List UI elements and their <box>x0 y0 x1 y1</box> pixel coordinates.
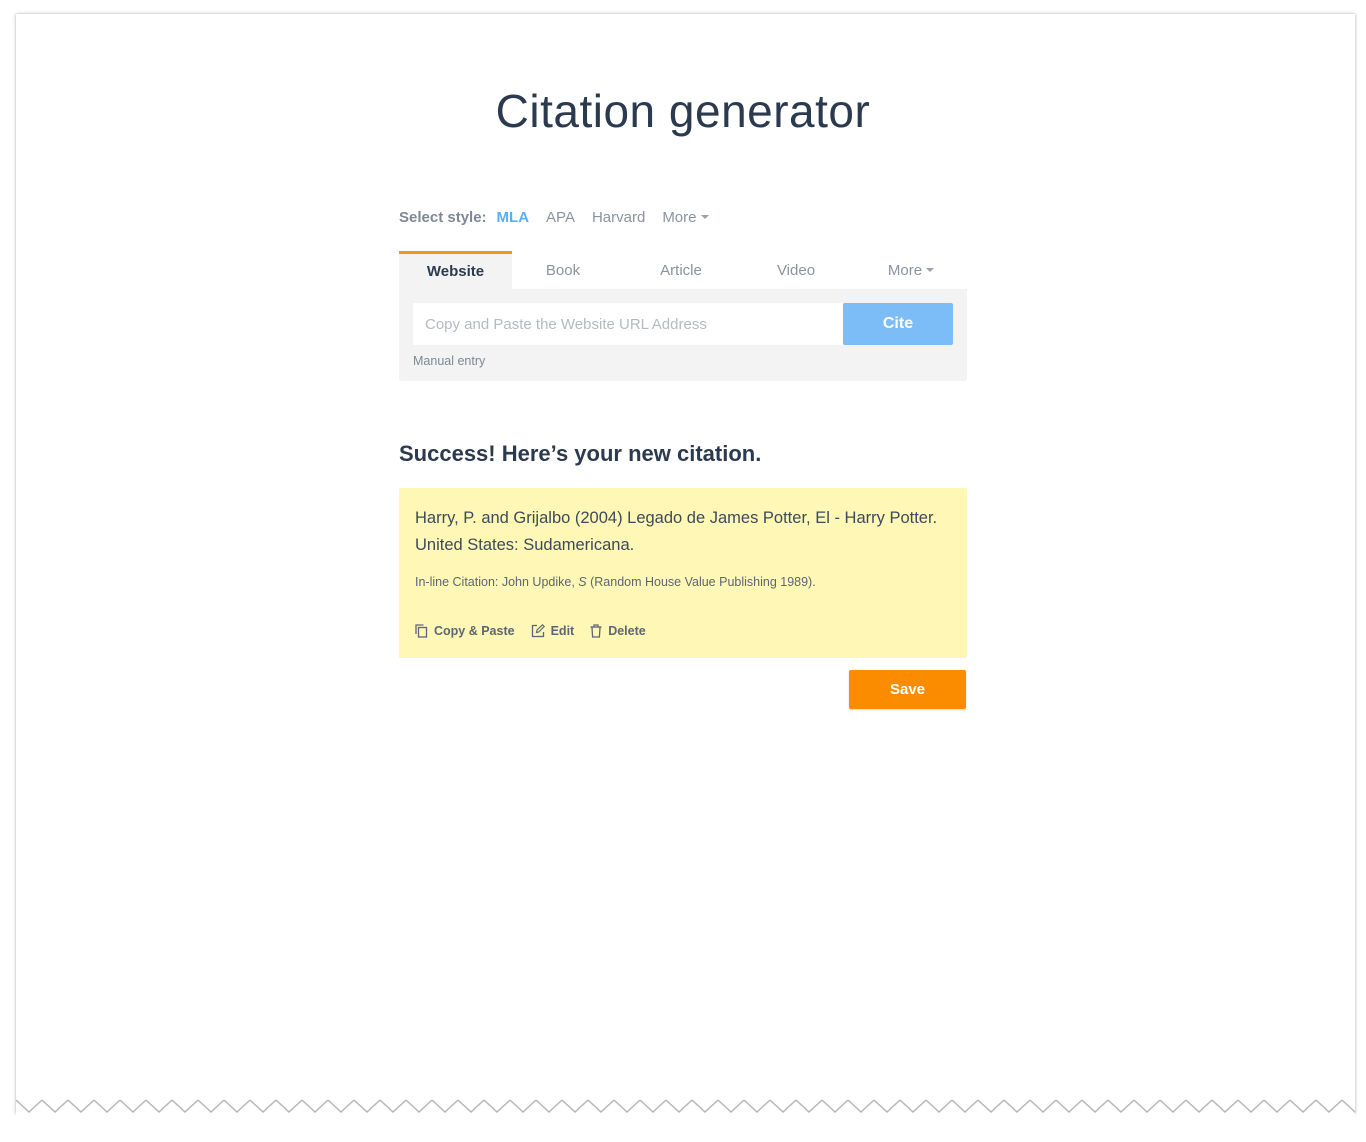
page-title: Citation generator <box>495 85 871 137</box>
style-option-mla[interactable]: MLA <box>497 209 530 226</box>
style-option-harvard[interactable]: Harvard <box>592 209 645 226</box>
tab-more[interactable]: More <box>859 251 963 289</box>
tab-more-label: More <box>887 262 923 279</box>
copy-icon <box>415 624 428 638</box>
citation-text: Harry, P. and Grijalbo (2004) Legado de … <box>415 509 938 554</box>
style-option-more[interactable]: More <box>662 208 709 226</box>
tab-article[interactable]: Article <box>629 251 733 289</box>
inline-citation-suffix: (Random House Value Publishing 1989). <box>586 575 816 589</box>
caret-down-icon <box>700 214 709 219</box>
edit-icon <box>531 624 545 638</box>
copy-paste-button[interactable]: Copy & Paste <box>415 624 515 638</box>
style-selector: Select style: MLA APA Harvard More <box>399 207 726 227</box>
style-option-apa[interactable]: APA <box>546 209 575 226</box>
tab-video[interactable]: Video <box>744 251 848 289</box>
cite-panel: Cite Manual entry <box>399 289 967 381</box>
trash-icon <box>590 624 602 638</box>
caret-down-icon <box>926 268 935 273</box>
style-selector-label: Select style: <box>399 208 487 226</box>
source-type-tabs: Website Book Article Video More <box>399 251 967 289</box>
cite-button[interactable]: Cite <box>843 303 953 345</box>
delete-button[interactable]: Delete <box>590 624 646 638</box>
torn-edge <box>16 1094 1355 1118</box>
delete-label: Delete <box>608 624 646 638</box>
save-button[interactable]: Save <box>849 670 966 709</box>
url-input[interactable] <box>413 303 843 345</box>
style-option-more-label: More <box>662 208 697 226</box>
tab-website[interactable]: Website <box>399 251 512 289</box>
edit-button[interactable]: Edit <box>531 624 575 638</box>
success-heading: Success! Here’s your new citation. <box>399 441 762 466</box>
inline-citation-title: S <box>578 575 587 589</box>
inline-citation-prefix: In-line Citation: John Updike, <box>415 575 579 589</box>
inline-citation: In-line Citation: John Updike, S (Random… <box>415 575 816 589</box>
copy-paste-label: Copy & Paste <box>434 624 515 638</box>
manual-entry-link[interactable]: Manual entry <box>413 354 485 368</box>
citation-actions: Copy & Paste Edit Delete <box>415 624 662 638</box>
citation-card: Harry, P. and Grijalbo (2004) Legado de … <box>399 488 967 658</box>
edit-label: Edit <box>550 624 575 638</box>
tab-book[interactable]: Book <box>512 251 614 289</box>
